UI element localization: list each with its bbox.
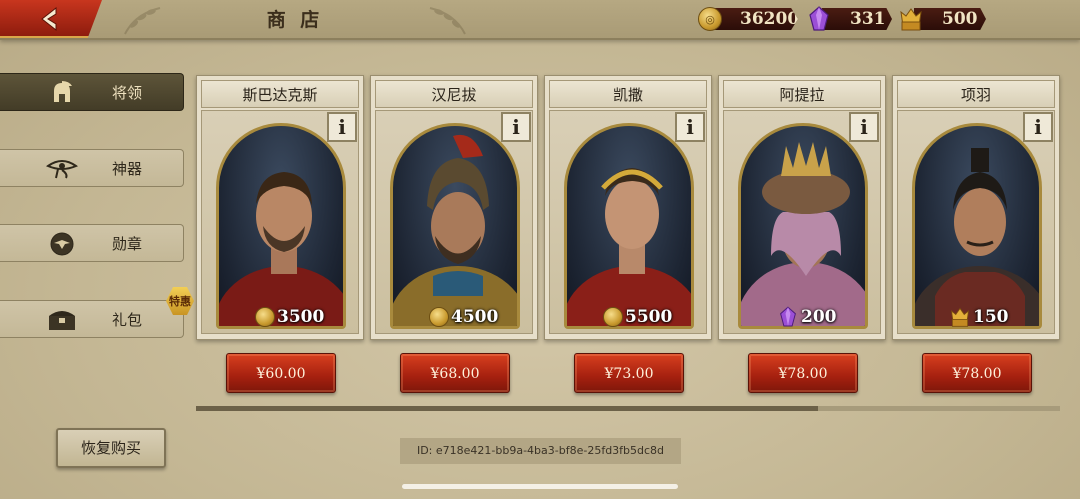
sidebar-item-label: 礼包: [112, 311, 143, 329]
scrollbar-thumb[interactable]: [196, 406, 819, 411]
cost-value: 3500: [277, 307, 325, 327]
back-button[interactable]: [0, 0, 102, 38]
eagle-medal-icon: [46, 230, 78, 258]
sidebar-item-artifacts[interactable]: 神器: [0, 149, 184, 187]
treasure-chest-icon: [46, 306, 78, 334]
cost-value: 200: [801, 307, 837, 327]
sidebar-item-packs[interactable]: 礼包: [0, 300, 184, 338]
gold-value: 36200: [740, 9, 800, 29]
chest-token-icon: [950, 307, 970, 327]
chest-token-icon: [898, 6, 924, 32]
hero-portrait: [738, 123, 868, 329]
hero-portrait: [216, 123, 346, 329]
gold-coin-icon: [429, 307, 449, 327]
sidebar-item-generals[interactable]: 将领: [0, 73, 184, 111]
gold-coin-icon: ◎: [698, 7, 722, 31]
hero-frame: [723, 110, 881, 334]
cost-value: 150: [973, 307, 1009, 327]
horizontal-scrollbar[interactable]: [196, 406, 1060, 411]
hero-portrait: [390, 123, 520, 329]
hero-portrait: [564, 123, 694, 329]
hero-card-hannibal[interactable]: 汉尼拔 i 4500: [370, 75, 538, 340]
gold-coin-icon: [255, 307, 275, 327]
laurel-right-icon: [429, 7, 466, 35]
cost-value: 5500: [625, 307, 673, 327]
cost-display: 200: [779, 304, 837, 330]
sidebar-item-label: 将领: [112, 84, 143, 102]
cost-value: 4500: [451, 307, 499, 327]
laurel-left-icon: [124, 7, 161, 35]
info-button[interactable]: i: [675, 112, 705, 142]
hero-name: 阿提拉: [723, 80, 881, 108]
home-indicator[interactable]: [402, 484, 678, 489]
info-button[interactable]: i: [501, 112, 531, 142]
hero-card-xiang-yu[interactable]: 项羽 i 150: [892, 75, 1060, 340]
hero-frame: [375, 110, 533, 334]
info-button[interactable]: i: [327, 112, 357, 142]
purple-gem-icon: [780, 306, 796, 327]
hero-portrait: [912, 123, 1042, 329]
token-counter: 500: [914, 8, 986, 30]
hero-card-attila[interactable]: 阿提拉 i 200: [718, 75, 886, 340]
info-button[interactable]: i: [1023, 112, 1053, 142]
hero-name: 汉尼拔: [375, 80, 533, 108]
back-arrow-icon: [41, 6, 57, 32]
cost-display: 5500: [603, 304, 672, 330]
gold-coin-icon: [603, 307, 623, 327]
hero-card-caesar[interactable]: 凯撒 i 5500: [544, 75, 712, 340]
hero-name: 斯巴达克斯: [201, 80, 359, 108]
hero-name: 项羽: [897, 80, 1055, 108]
info-button[interactable]: i: [849, 112, 879, 142]
buy-button-xiang-yu[interactable]: ¥78.00: [922, 353, 1032, 393]
eye-of-horus-icon: [46, 155, 78, 183]
sidebar-item-medals[interactable]: 勋章: [0, 224, 184, 262]
spartan-helmet-icon: [46, 79, 78, 107]
gold-counter: 36200: [712, 8, 798, 30]
buy-button-spartacus[interactable]: ¥60.00: [226, 353, 336, 393]
buy-button-hannibal[interactable]: ¥68.00: [400, 353, 510, 393]
token-value: 500: [942, 9, 978, 29]
page-title: 商 店: [266, 9, 324, 31]
cost-display: 3500: [255, 304, 324, 330]
buy-button-caesar[interactable]: ¥73.00: [574, 353, 684, 393]
cost-display: 150: [949, 304, 1009, 330]
buy-button-attila[interactable]: ¥78.00: [748, 353, 858, 393]
user-id-label: ID: e718e421-bb9a-4ba3-bf8e-25fd3fb5dc8d: [400, 438, 681, 464]
top-bar: 商 店 36200 ◎ 331 500: [0, 0, 1080, 40]
hero-card-spartacus[interactable]: 斯巴达克斯 i 3500: [196, 75, 364, 340]
cost-display: 4500: [429, 304, 498, 330]
hero-frame: [549, 110, 707, 334]
hero-name: 凯撒: [549, 80, 707, 108]
hero-frame: [201, 110, 359, 334]
restore-purchase-button[interactable]: 恢复购买: [56, 428, 166, 468]
gem-value: 331: [850, 9, 886, 29]
purple-gem-icon: [806, 6, 832, 32]
sidebar-item-label: 神器: [112, 160, 143, 178]
gem-counter: 331: [822, 8, 892, 30]
sidebar-item-label: 勋章: [112, 235, 143, 253]
hero-frame: [897, 110, 1055, 334]
